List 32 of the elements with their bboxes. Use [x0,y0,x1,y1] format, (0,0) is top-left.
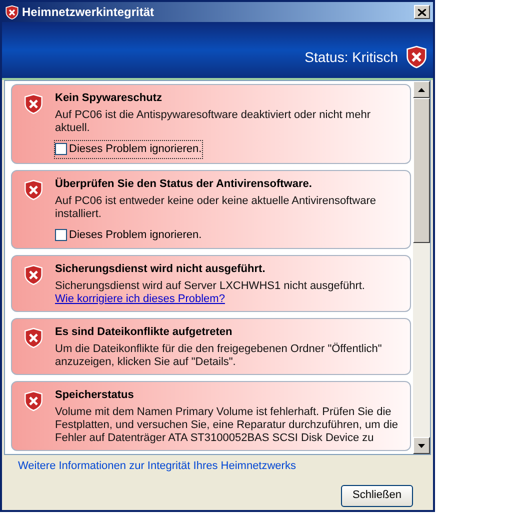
ignore-checkbox[interactable]: Dieses Problem ignorieren. [55,141,202,158]
issue-description: Sicherungsdienst wird auf Server LXCHWHS1 nicht ausgeführt. Wie korrigiere ich dieses Problem? [55,280,366,306]
close-button[interactable] [414,5,430,19]
window-title: Heimnetzwerkintegrität [22,4,156,21]
more-info-link[interactable]: Weitere Informationen zur Integrität Ihres Heimnetzwerks [18,458,296,474]
status-text: Status: Kritisch [304,48,398,66]
scroll-down-button[interactable] [413,437,430,454]
close-button[interactable]: Schließen [341,484,413,506]
help-link[interactable]: Wie korrigiere ich dieses Problem? [55,293,225,305]
issue-description: Volume mit dem Namen Primary Volume ist fehlerhaft. Prüfen Sie die Festplatten, und versuchen Sie, eine Reparatur durchzuführen, um die Fehler auf Datenträger ATA ST3100052BAS SCSI Disk Device zu [55,406,400,445]
shield-icon [24,264,43,286]
shield-icon [406,45,427,69]
close-icon [418,8,426,16]
issue-description: Auf PC06 ist die Antispywaresoftware deaktiviert oder nicht mehr aktuell. [55,109,372,135]
scroll-thumb[interactable] [413,98,430,243]
shield-icon [24,327,43,349]
issue-title: Es sind Dateikonflikte aufgetreten [55,325,234,339]
shield-icon [5,4,19,20]
issue-description: Auf PC06 ist entweder keine oder keine aktuelle Antivirensoftware installiert. [55,194,378,220]
issue-description: Um die Dateikonflikte für die den freigegebenen Ordner "Öffentlich" anzuzeigen, klicken Sie auf "Details". [55,343,383,369]
up-arrow-icon [418,88,425,92]
shield-icon [24,390,43,412]
down-arrow-icon [418,444,425,448]
scrollbar[interactable] [413,81,430,454]
shield-icon [24,178,43,200]
issue-title: Überprüfen Sie den Status der Antivirensoftware. [55,176,313,190]
ignore-checkbox[interactable]: Dieses Problem ignorieren. [55,226,202,243]
shield-icon [24,93,43,115]
issue-title: Kein Spywareschutz [55,91,163,105]
issue-title: Speicherstatus [55,388,135,402]
scroll-up-button[interactable] [413,81,430,98]
issue-title: Sicherungsdienst wird nicht ausgeführt. [55,262,266,276]
